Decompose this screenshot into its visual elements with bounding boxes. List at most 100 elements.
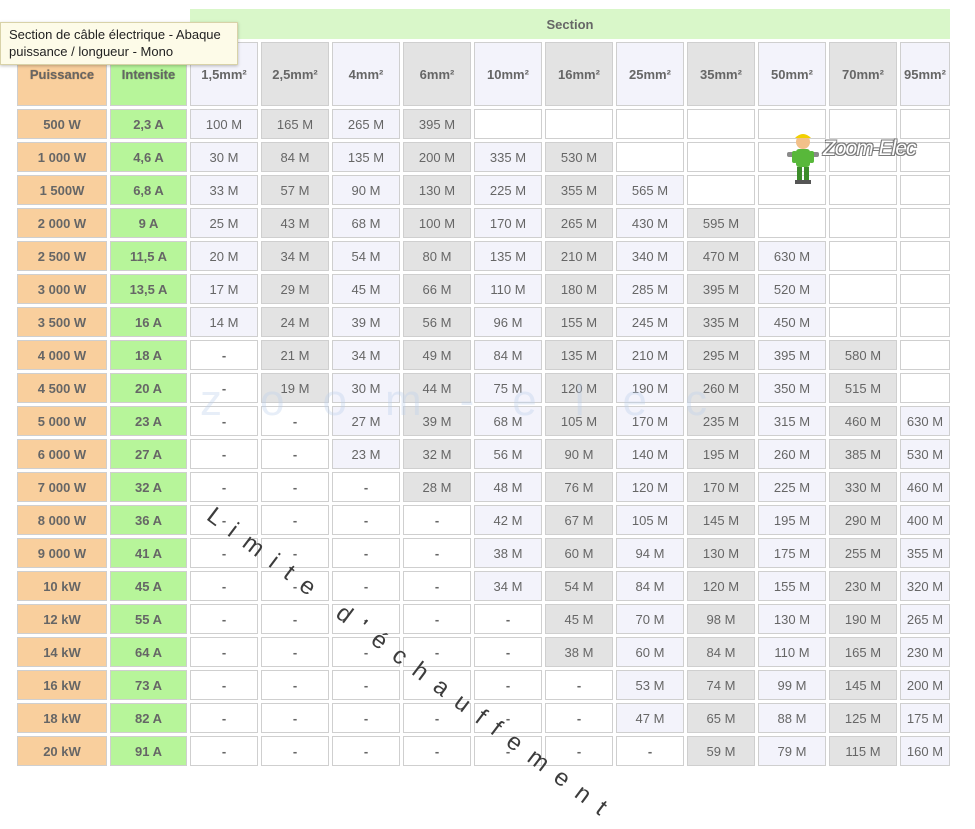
current-cell: 27 A [110, 439, 187, 469]
dash-cell: - [332, 472, 400, 502]
length-cell [900, 373, 950, 403]
length-cell: 34 M [332, 340, 400, 370]
power-cell: 2 000 W [17, 208, 107, 238]
length-cell: 56 M [474, 439, 542, 469]
length-cell: 630 M [758, 241, 826, 271]
length-cell [687, 175, 755, 205]
length-cell [829, 307, 897, 337]
length-cell: 67 M [545, 505, 613, 535]
length-cell: 100 M [403, 208, 471, 238]
power-cell: 20 kW [17, 736, 107, 766]
length-cell: 460 M [829, 406, 897, 436]
length-cell: 38 M [474, 538, 542, 568]
length-cell: 33 M [190, 175, 258, 205]
power-cell: 14 kW [17, 637, 107, 667]
length-cell: 155 M [545, 307, 613, 337]
current-cell: 2,3 A [110, 109, 187, 139]
length-cell: 19 M [261, 373, 329, 403]
length-cell: 90 M [332, 175, 400, 205]
length-cell: 125 M [829, 703, 897, 733]
length-cell [900, 241, 950, 271]
length-cell: 20 M [190, 241, 258, 271]
length-cell: 56 M [403, 307, 471, 337]
length-cell: 120 M [687, 571, 755, 601]
length-cell: 565 M [616, 175, 684, 205]
section-header-cell: 10mm² [474, 42, 542, 106]
length-cell: 595 M [687, 208, 755, 238]
cable-section-table-wrapper: Section Puissance Intensite 1,5mm² 2,5mm²… [14, 6, 953, 769]
cable-section-table: Section Puissance Intensite 1,5mm² 2,5mm²… [14, 6, 953, 769]
power-cell: 3 000 W [17, 274, 107, 304]
current-cell: 16 A [110, 307, 187, 337]
length-cell: 290 M [829, 505, 897, 535]
length-cell: 355 M [900, 538, 950, 568]
power-cell: 18 kW [17, 703, 107, 733]
length-cell: 25 M [190, 208, 258, 238]
length-cell: 140 M [616, 439, 684, 469]
length-cell: 98 M [687, 604, 755, 634]
dash-cell: - [261, 637, 329, 667]
length-cell: 395 M [758, 340, 826, 370]
length-cell: 135 M [474, 241, 542, 271]
length-cell: 94 M [616, 538, 684, 568]
length-cell: 84 M [474, 340, 542, 370]
current-cell: 55 A [110, 604, 187, 634]
length-cell: 265 M [545, 208, 613, 238]
length-cell: 145 M [687, 505, 755, 535]
length-cell: 120 M [616, 472, 684, 502]
length-cell [758, 208, 826, 238]
length-cell: 80 M [403, 241, 471, 271]
length-cell: 21 M [261, 340, 329, 370]
length-cell: 225 M [474, 175, 542, 205]
table-row: 2 000 W9 A 25 M 43 M 68 M 100 M 170 M 265 M 430… [17, 208, 950, 238]
length-cell: 34 M [474, 571, 542, 601]
length-cell: 335 M [687, 307, 755, 337]
dash-cell: - [261, 505, 329, 535]
length-cell: 59 M [687, 736, 755, 766]
dash-cell: - [403, 604, 471, 634]
section-header-cell: 50mm² [758, 42, 826, 106]
length-cell: 210 M [616, 340, 684, 370]
length-cell: 32 M [403, 439, 471, 469]
length-cell: 450 M [758, 307, 826, 337]
length-cell: 48 M [474, 472, 542, 502]
length-cell: 54 M [545, 571, 613, 601]
length-cell: 99 M [758, 670, 826, 700]
length-cell: 54 M [332, 241, 400, 271]
dash-cell: - [474, 670, 542, 700]
length-cell: 265 M [332, 109, 400, 139]
table-row: 3 500 W 16 A 14 M 24 M 39 M 56 M 96 M 155 M 245 … [17, 307, 950, 337]
length-cell: 155 M [758, 571, 826, 601]
length-cell: 130 M [687, 538, 755, 568]
length-cell: 60 M [616, 637, 684, 667]
length-cell: 285 M [616, 274, 684, 304]
dash-cell: - [261, 406, 329, 436]
length-cell: 23 M [332, 439, 400, 469]
length-cell: 14 M [190, 307, 258, 337]
length-cell: 79 M [758, 736, 826, 766]
current-cell: 13,5 A [110, 274, 187, 304]
length-cell: 88 M [758, 703, 826, 733]
length-cell: 190 M [829, 604, 897, 634]
length-cell: 400 M [900, 505, 950, 535]
length-cell: 66 M [403, 274, 471, 304]
length-cell: 515 M [829, 373, 897, 403]
length-cell: 230 M [900, 637, 950, 667]
length-cell: 335 M [474, 142, 542, 172]
power-cell: 2 500 W [17, 241, 107, 271]
length-cell [829, 274, 897, 304]
dash-cell: - [261, 670, 329, 700]
length-cell: 38 M [545, 637, 613, 667]
length-cell: 135 M [545, 340, 613, 370]
length-cell [616, 142, 684, 172]
power-cell: 16 kW [17, 670, 107, 700]
length-cell: 29 M [261, 274, 329, 304]
length-cell: 75 M [474, 373, 542, 403]
table-row: 5 000 W 23 A - -27 M 39 M 68 M 105 M 170 M 235 M… [17, 406, 950, 436]
length-cell: 160 M [900, 736, 950, 766]
dash-cell: - [403, 538, 471, 568]
length-cell [687, 142, 755, 172]
length-cell: 190 M [616, 373, 684, 403]
length-cell: 110 M [758, 637, 826, 667]
length-cell: 170 M [474, 208, 542, 238]
